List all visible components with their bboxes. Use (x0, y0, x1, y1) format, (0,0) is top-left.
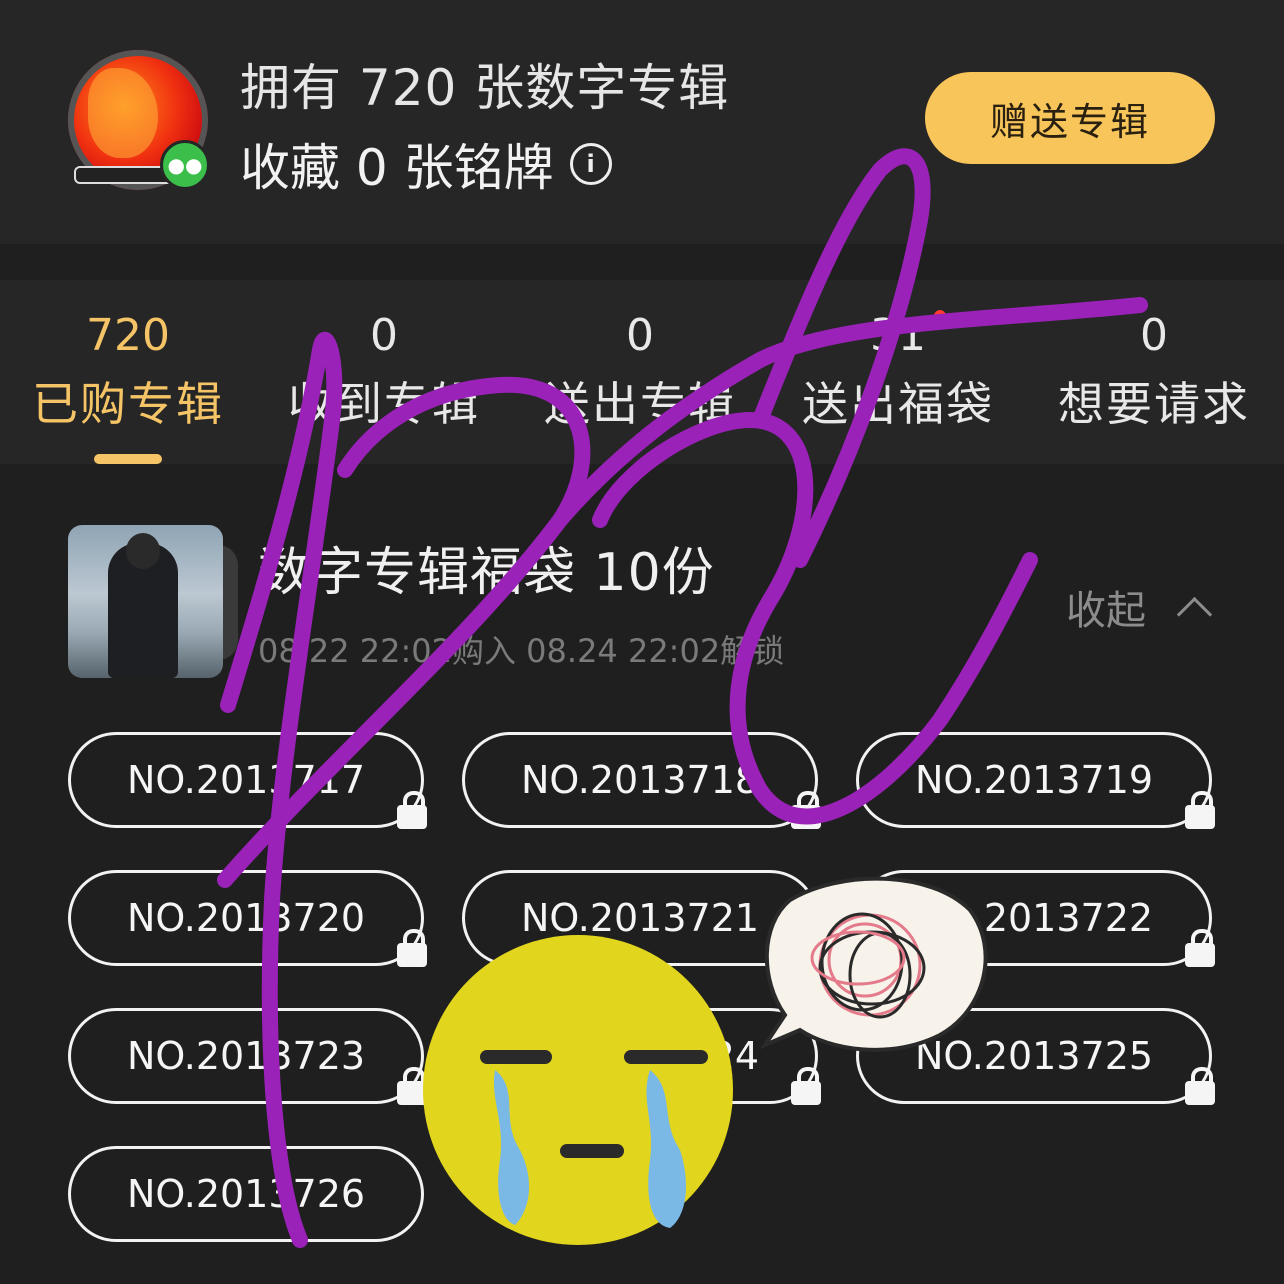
serial-number-pill[interactable]: NO.2013717 (68, 732, 427, 829)
collected-badges-label: 收藏 0 张铭牌 (240, 139, 554, 197)
serial-number-pill[interactable]: NO.2013720 (68, 870, 427, 967)
lock-icon (1185, 1067, 1215, 1105)
tab-purchased[interactable]: 720 已购专辑 (0, 308, 256, 434)
album-cover[interactable] (68, 525, 223, 678)
serial-number: NO.2013717 (126, 758, 366, 802)
serial-number: NO.2013723 (126, 1034, 366, 1078)
lucky-bag-title: 数字专辑福袋 10份 (258, 543, 715, 603)
wechat-icon: ●● (160, 140, 210, 190)
profile-header: ●● 拥有 720 张数字专辑 收藏 0 张铭牌 i 赠送专辑 (0, 0, 1284, 244)
tab-wish-requests[interactable]: 0 想要请求 (1026, 308, 1282, 434)
tab-label: 想要请求 (1058, 377, 1250, 431)
cover-figure-head (126, 533, 160, 569)
serial-number: NO.2013726 (126, 1172, 366, 1216)
tab-label: 送出专辑 (544, 377, 736, 431)
lock-icon (397, 1067, 427, 1105)
tab-sent-lucky-bags[interactable]: 31 送出福袋 (770, 308, 1026, 434)
lock-icon (1185, 791, 1215, 829)
serial-number-pill[interactable]: NO.2013718 (462, 732, 821, 829)
tab-label: 收到专辑 (288, 377, 480, 431)
serial-number: NO.2013724 (520, 1034, 760, 1078)
tab-label: 已购专辑 (32, 377, 224, 431)
serial-number: NO.2013721 (520, 896, 760, 940)
tab-bar: 720 已购专辑 0 收到专辑 0 送出专辑 31 送出福袋 0 想要请求 (0, 280, 1284, 464)
serial-number-pill[interactable]: NO.2013722 (856, 870, 1215, 967)
tab-count: 31 (870, 310, 926, 361)
tab-label: 送出福袋 (802, 377, 994, 431)
lucky-bag-time: 08.22 22:02购入 08.24 22:02解锁 (258, 632, 785, 670)
avatar-face (88, 68, 158, 158)
serial-number: NO.2013725 (914, 1034, 1154, 1078)
lock-icon (791, 1067, 821, 1105)
chevron-up-icon (1176, 596, 1213, 632)
serial-number-pill[interactable]: NO.2013724 (462, 1008, 821, 1105)
notification-dot (934, 310, 946, 322)
gift-album-button[interactable]: 赠送专辑 (925, 72, 1215, 164)
serial-number: NO.2013718 (520, 758, 760, 802)
serial-number-pill[interactable]: NO.2013725 (856, 1008, 1215, 1105)
lock-icon (791, 791, 821, 829)
lock-icon (397, 791, 427, 829)
active-tab-indicator (94, 454, 162, 464)
serial-number: NO.2013719 (914, 758, 1154, 802)
serial-number-pill[interactable]: NO.2013726 (68, 1146, 424, 1242)
collapse-toggle[interactable]: 收起 (1066, 578, 1213, 636)
tab-count: 0 (1140, 310, 1168, 361)
lock-icon (791, 929, 821, 967)
info-icon[interactable]: i (569, 143, 612, 185)
tab-sent[interactable]: 0 送出专辑 (512, 308, 768, 434)
owned-albums-text: 拥有 720 张数字专辑 (240, 59, 730, 117)
collapse-label: 收起 (1066, 588, 1146, 634)
serial-number-pill[interactable]: NO.2013723 (68, 1008, 427, 1105)
tab-count: 0 (626, 310, 654, 361)
serial-number-pill[interactable]: NO.2013719 (856, 732, 1215, 829)
collected-badges-text: 收藏 0 张铭牌 i (240, 128, 612, 200)
lock-icon (397, 929, 427, 967)
tab-count: 0 (370, 310, 398, 361)
tab-received[interactable]: 0 收到专辑 (256, 308, 512, 434)
tab-count: 720 (86, 310, 170, 361)
lock-icon (1185, 929, 1215, 967)
serial-number: NO.2013722 (914, 896, 1154, 940)
serial-number-pill[interactable]: NO.2013721 (462, 870, 821, 967)
serial-number: NO.2013720 (126, 896, 366, 940)
